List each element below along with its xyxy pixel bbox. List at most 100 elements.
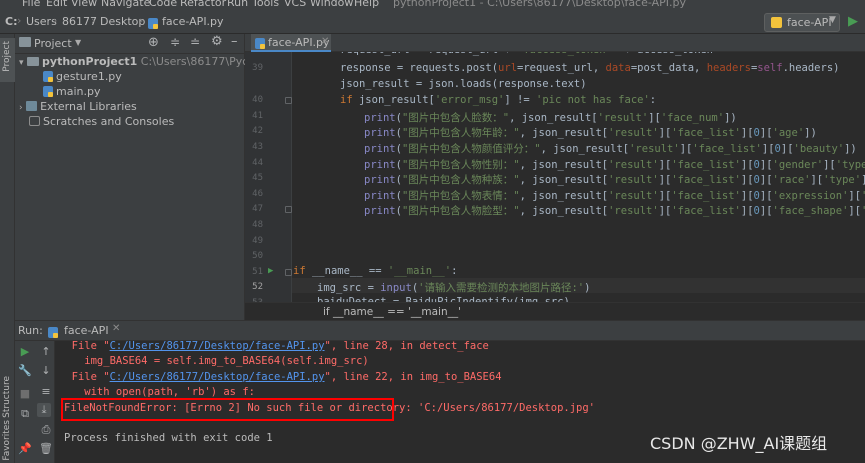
line-number: 50 (252, 251, 263, 261)
python-file-icon (255, 38, 265, 49)
line-number: 49 (252, 236, 263, 246)
menu-tools[interactable]: Tools (252, 0, 279, 9)
file-link[interactable]: C:/Users/86177/Desktop/face-API.py (110, 371, 325, 383)
soft-wrap-icon[interactable]: ≡ (39, 385, 53, 399)
console-line: File "C:/Users/86177/Desktop/face-API.py… (59, 341, 489, 352)
print-icon[interactable]: ⎙ (39, 423, 53, 437)
line-number: 39 (252, 63, 263, 73)
project-root-name: pythonProject1 (42, 55, 138, 68)
line-number: 42 (252, 126, 263, 136)
file-link[interactable]: C:/Users/86177/Desktop/face-API.py (110, 341, 325, 352)
line-number: 45 (252, 173, 263, 183)
breadcrumb-drive[interactable]: C: (5, 15, 17, 28)
favorites-tool-tab[interactable]: Favorites (2, 420, 12, 461)
close-icon[interactable]: ✕ (321, 36, 329, 47)
fold-marker-icon[interactable] (285, 97, 292, 104)
chevron-down-icon: ▼ (829, 15, 836, 25)
folder-icon (19, 37, 31, 47)
tree-row-scratches[interactable]: Scratches and Consoles (29, 115, 174, 130)
trash-icon[interactable]: 🗑 (39, 442, 53, 456)
menu-refactor[interactable]: Refactor (180, 0, 226, 9)
stop-icon[interactable]: ■ (18, 387, 32, 401)
menu-bar: File Edit View Navigate Code Refactor Ru… (0, 0, 865, 9)
line-number: 51 (252, 267, 263, 277)
run-button[interactable]: ▶ (848, 14, 862, 30)
tree-row-file[interactable]: gesture1.py (43, 70, 122, 85)
fold-marker-icon[interactable] (285, 206, 292, 213)
wrench-icon[interactable]: 🔧 (18, 364, 32, 378)
editor-tab-bar: face-API.py ✕ (245, 34, 865, 52)
pin-icon[interactable]: 📌 (18, 442, 32, 456)
locate-file-icon[interactable]: ⊕ (148, 35, 159, 50)
scroll-to-end-icon[interactable]: ⤓ (37, 403, 51, 417)
line-number: 38 (245, 52, 263, 55)
project-panel-header: Project ▼ ⊕ ≑ ≐ ⚙ – (15, 34, 245, 54)
menu-code[interactable]: Code (149, 0, 177, 9)
line-number-gutter: 38 39 40 41 42 43 44 45 46 47 48 49 50 5… (245, 52, 292, 302)
layout-icon[interactable]: ⧉ (18, 407, 32, 421)
project-view-select[interactable]: Project (34, 37, 72, 50)
chevron-down-icon[interactable]: ▼ (75, 38, 81, 47)
chevron-down-icon: ▾ (19, 58, 24, 68)
collapse-all-icon[interactable]: ≐ (190, 35, 200, 49)
run-configuration-select[interactable]: face-API ▼ (764, 13, 840, 32)
window-title: pythonProject1 - C:\Users\86177\Desktop\… (393, 0, 686, 9)
scratches-icon (29, 116, 40, 126)
scratches-label: Scratches and Consoles (43, 115, 175, 128)
breadcrumb-file[interactable]: face-API.py (162, 15, 224, 28)
chevron-right-icon: › (17, 14, 22, 27)
down-arrow-icon[interactable]: ↓ (39, 364, 53, 378)
chevron-right-icon: › (139, 14, 144, 27)
structure-tool-tab[interactable]: Structure (2, 376, 12, 418)
run-configuration-label: face-API (787, 16, 832, 29)
chevron-right-icon: › (91, 14, 96, 27)
tree-row-external-libraries[interactable]: › External Libraries (19, 100, 137, 115)
folder-icon (27, 57, 40, 66)
line-number: 40 (252, 95, 263, 105)
editor-breadcrumb[interactable]: if __name__ == '__main__' (323, 306, 461, 318)
left-tool-strip: Project Structure Favorites (0, 34, 15, 463)
expand-all-icon[interactable]: ≑ (170, 35, 180, 49)
python-icon (771, 17, 782, 28)
menu-file[interactable]: File (22, 0, 40, 9)
run-gutter-icon[interactable]: ▶ (268, 266, 273, 276)
watermark: CSDN @ZHW_AI课题组 (650, 434, 828, 453)
gear-icon[interactable]: ⚙ (211, 34, 223, 49)
python-icon (48, 327, 58, 338)
menu-help[interactable]: Help (354, 0, 379, 9)
navigation-bar: C: › Users › 86177 › Desktop › face-API.… (0, 9, 865, 34)
code-editor[interactable]: 38 39 40 41 42 43 44 45 46 47 48 49 50 5… (245, 52, 865, 302)
editor-breadcrumb-bar: if __name__ == '__main__' (245, 302, 865, 320)
external-libraries-label: External Libraries (40, 100, 137, 113)
close-icon[interactable]: ✕ (112, 323, 120, 334)
line-number: 44 (252, 158, 263, 168)
run-tab-label[interactable]: face-API (64, 324, 109, 337)
run-toolbar: ▶ ↑ 🔧 ↓ ■ ≡ ⤓ ⧉ ⎙ 🗑 📌 (15, 341, 55, 463)
menu-run[interactable]: Run (227, 0, 248, 9)
line-number: 48 (252, 220, 263, 230)
fold-marker-icon[interactable] (285, 269, 292, 276)
library-icon (26, 101, 38, 111)
python-file-icon (148, 18, 158, 29)
line-number: 47 (252, 204, 263, 214)
menu-edit[interactable]: Edit (46, 0, 67, 9)
project-tool-tab[interactable]: Project (2, 41, 12, 72)
console-line: img_BASE64 = self.img_to_BASE64(self.img… (59, 355, 369, 367)
menu-window[interactable]: Window (310, 0, 353, 9)
menu-vcs[interactable]: VCS (284, 0, 306, 9)
line-number: 52 (252, 282, 263, 292)
up-arrow-icon[interactable]: ↑ (39, 345, 53, 359)
chevron-right-icon: › (53, 14, 58, 27)
editor-tab-face-api[interactable]: face-API.py ✕ (251, 34, 331, 52)
line-number: 43 (252, 142, 263, 152)
menu-navigate[interactable]: Navigate (101, 0, 150, 9)
file-name: gesture1.py (56, 70, 122, 83)
python-file-icon (43, 86, 53, 97)
rerun-icon[interactable]: ▶ (18, 345, 32, 359)
menu-view[interactable]: View (71, 0, 97, 9)
line-number: 41 (252, 111, 263, 121)
project-panel: Project ▼ ⊕ ≑ ≐ ⚙ – ▾ pythonProject1 C:\… (15, 34, 304, 320)
minimize-icon[interactable]: – (231, 34, 238, 49)
tree-row-file[interactable]: main.py (43, 85, 100, 100)
run-panel-header: Run: face-API ✕ (15, 320, 865, 341)
